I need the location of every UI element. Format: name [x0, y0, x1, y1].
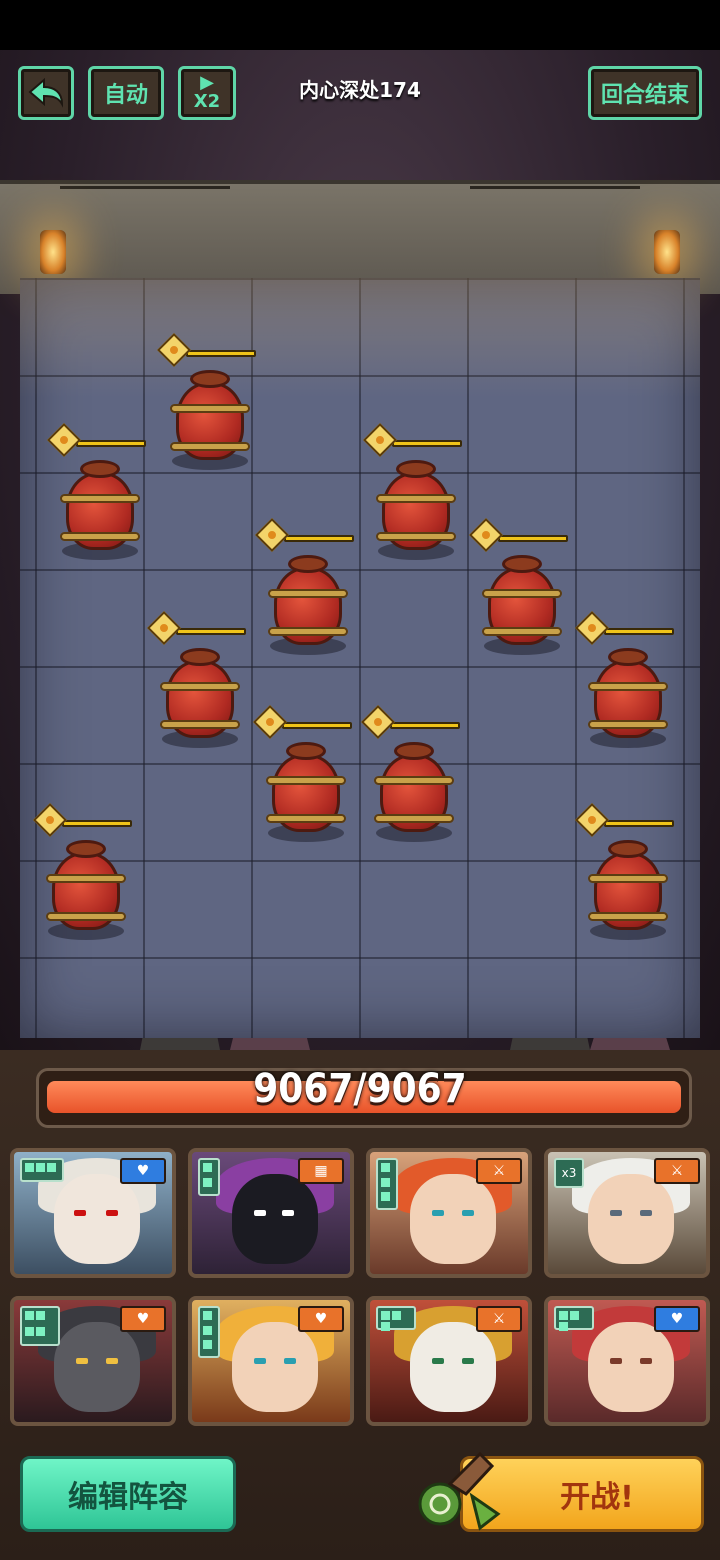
enemy-pot[interactable] [575, 611, 678, 748]
healer-role-icon: ♥ [120, 1158, 166, 1184]
mascot-icon [418, 1451, 501, 1531]
hero-card-4[interactable]: x3 ⚔ [544, 1148, 710, 1278]
edit-team-label: 编辑阵容 [68, 1480, 188, 1515]
sword-role-icon: ⚔ [654, 1158, 700, 1184]
healer-role-icon: ♥ [654, 1306, 700, 1332]
enemy-pot[interactable] [255, 518, 358, 655]
hero-card-5[interactable]: ♥ [10, 1296, 176, 1426]
tank-role-icon: ♥ [298, 1306, 344, 1332]
enemy-pot[interactable] [157, 333, 260, 470]
enemy-pot[interactable] [575, 803, 678, 940]
end-turn-label: 回合结束 [600, 83, 689, 108]
enemy-pot[interactable] [363, 423, 466, 560]
end-turn-button[interactable]: 回合结束 [588, 66, 702, 120]
team-hp-text: 9067/9067 [253, 1066, 467, 1112]
enemy-pot[interactable] [147, 611, 250, 748]
sword-role-icon: ⚔ [476, 1158, 522, 1184]
formation-grid-icon: x3 [554, 1158, 584, 1188]
formation-grid-icon [198, 1158, 220, 1196]
status-bar [0, 0, 720, 50]
edit-team-button[interactable]: 编辑阵容 [20, 1456, 236, 1532]
hero-card-2[interactable]: ▦ [188, 1148, 354, 1278]
tank-role-icon: ♥ [120, 1306, 166, 1332]
enemy-pot[interactable] [33, 803, 136, 940]
enemy-pot[interactable] [361, 705, 464, 842]
spike-fence [470, 186, 640, 209]
enemy-pot[interactable] [469, 518, 572, 655]
hero-card-1[interactable]: ♥ [10, 1148, 176, 1278]
ranged-role-icon: ▦ [298, 1158, 344, 1184]
sword-role-icon: ⚔ [476, 1306, 522, 1332]
enemy-pot[interactable] [253, 705, 356, 842]
hero-card-6[interactable]: ♥ [188, 1296, 354, 1426]
hero-card-8[interactable]: ♥ [544, 1296, 710, 1426]
formation-grid-icon [20, 1306, 60, 1346]
formation-grid-icon [20, 1158, 64, 1182]
formation-grid-icon [376, 1306, 416, 1331]
formation-grid-icon [376, 1158, 398, 1210]
start-battle-label: 开战! [560, 1480, 634, 1515]
enemy-pot[interactable] [47, 423, 150, 560]
lantern-icon [654, 230, 680, 274]
hero-card-3[interactable]: ⚔ [366, 1148, 532, 1278]
formation-grid-icon [554, 1306, 594, 1331]
formation-grid-icon [198, 1306, 220, 1358]
hero-card-7[interactable]: ⚔ [366, 1296, 532, 1426]
spike-fence [60, 186, 230, 209]
lantern-icon [40, 230, 66, 274]
